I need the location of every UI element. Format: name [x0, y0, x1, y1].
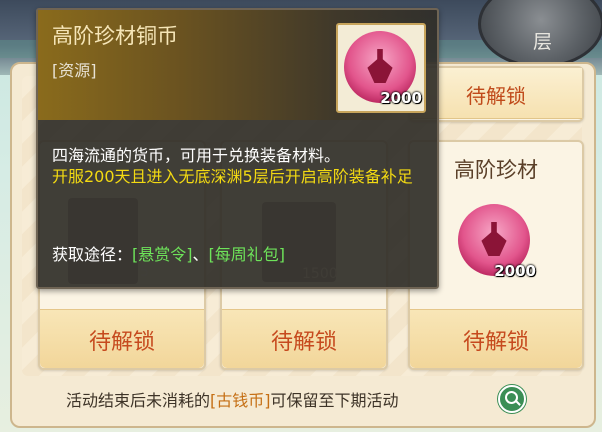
- copper-coin-icon: 2000: [344, 31, 422, 107]
- coin-amount: 2000: [494, 262, 536, 280]
- copper-coin-icon: 2000: [458, 204, 536, 280]
- unlock-label: 待解锁: [88, 330, 155, 355]
- card-unlock-bar: 待解锁: [410, 309, 582, 368]
- footer-note: 活动结束后未消耗的[古钱币]可保留至下期活动: [36, 382, 556, 412]
- source-label: 获取途径：: [52, 245, 133, 264]
- card-unlock-bar: 待解锁: [40, 309, 204, 368]
- source-link-1[interactable]: [悬赏令]: [132, 245, 193, 264]
- tooltip-source: 获取途径：[悬赏令]、[每周礼包]: [52, 241, 285, 265]
- tooltip-title: 高阶珍材铜币: [52, 24, 178, 48]
- unlock-label: 待解锁: [270, 330, 337, 355]
- floor-badge-label: 层: [533, 31, 553, 53]
- footer-text: 活动结束后未消耗的[古钱币]可保留至下期活动: [66, 387, 399, 411]
- search-icon[interactable]: [498, 385, 526, 413]
- footer-suffix: 可保留至下期活动: [270, 391, 399, 410]
- coin-emblem-icon: [367, 49, 393, 83]
- tooltip-condition: 开服200天且进入无底深渊5层后开启高阶装备补足: [52, 167, 413, 186]
- tooltip-tag: [资源]: [52, 61, 97, 80]
- tooltip-item-frame: 2000: [336, 23, 426, 113]
- source-separator: 、: [192, 245, 209, 264]
- unlock-label: 待解锁: [462, 330, 529, 355]
- coin-amount: 2000: [380, 89, 422, 107]
- footer-prefix: 活动结束后未消耗的: [66, 391, 211, 410]
- coin-emblem-icon: [481, 222, 507, 256]
- footer-currency-highlight: [古钱币]: [210, 391, 271, 410]
- card-unlock-bar: 待解锁: [222, 309, 386, 368]
- item-tooltip: 高阶珍材铜币 [资源] 2000 四海流通的货币，可用于兑换装备材料。 开服20…: [36, 8, 439, 289]
- source-link-2[interactable]: [每周礼包]: [209, 245, 286, 264]
- tooltip-description: 四海流通的货币，可用于兑换装备材料。: [52, 146, 341, 165]
